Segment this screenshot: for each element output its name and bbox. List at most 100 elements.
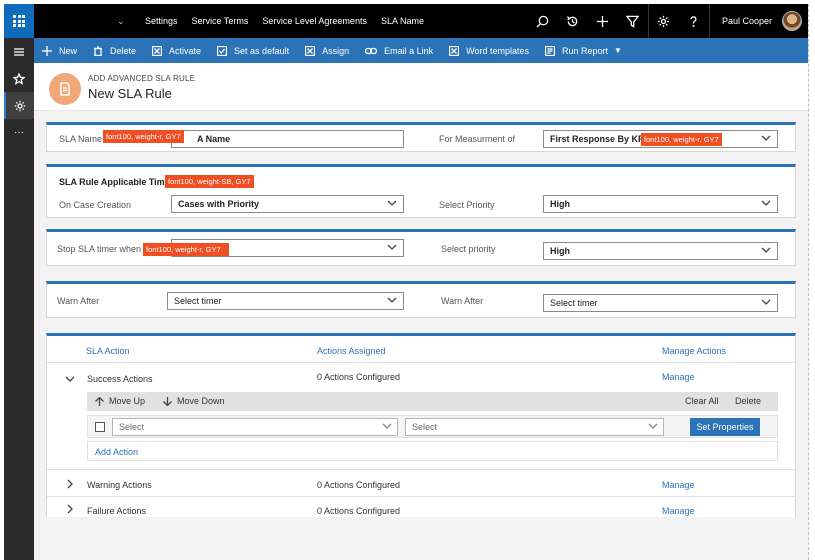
stop-priority-select[interactable]: High — [543, 242, 778, 260]
nav-sla[interactable]: Service Level Agreements — [262, 16, 367, 26]
form-content: SLA Name A Name font100, weight-r, GY7 F… — [46, 122, 796, 517]
arrow-up-icon — [95, 396, 104, 406]
filter-icon[interactable] — [618, 4, 648, 38]
action-target-select[interactable]: Select — [405, 418, 664, 436]
email-link-button[interactable]: Email a Link — [365, 46, 433, 56]
row-checkbox[interactable] — [95, 422, 105, 432]
chevron-down-icon — [387, 295, 397, 305]
on-case-creation-label: On Case Creation — [59, 200, 132, 210]
delete-action-button[interactable]: Delete — [735, 396, 761, 406]
chevron-down-icon — [648, 421, 658, 433]
chevron-down-icon — [761, 297, 771, 307]
case-criteria-select[interactable]: Cases with Priority — [171, 195, 404, 213]
spec-annotation: font100, weight-r, GY7 — [641, 133, 722, 146]
spec-annotation: font100, weight-r, GY7 — [103, 130, 184, 143]
stop-timer-label: Stop SLA timer when — [57, 244, 142, 254]
command-bar: New Delete Activate Set as default Assig… — [34, 38, 808, 63]
action-row-name: Warning Actions — [87, 480, 152, 490]
divider — [47, 362, 795, 363]
col-manage-actions[interactable]: Manage Actions — [662, 346, 726, 356]
move-up-button[interactable]: Move Up — [95, 396, 145, 406]
manage-link[interactable]: Manage — [662, 372, 695, 382]
chevron-down-icon — [387, 198, 397, 208]
run-report-button[interactable]: Run Report ▼ — [545, 45, 622, 56]
move-down-button[interactable]: Move Down — [163, 396, 225, 406]
assign-button[interactable]: Assign — [305, 45, 349, 56]
chevron-down-icon[interactable] — [65, 374, 75, 384]
search-icon[interactable] — [528, 4, 558, 38]
action-row-name: Failure Actions — [87, 506, 147, 516]
chevron-down-icon — [761, 133, 771, 143]
record-header: ADD ADVANCED SLA RULE New SLA Rule — [34, 63, 808, 111]
select-priority-label: Select Priority — [439, 200, 495, 210]
trash-icon — [94, 45, 103, 56]
delete-button[interactable]: Delete — [93, 46, 136, 56]
new-button[interactable]: New — [42, 45, 77, 56]
page-title: New SLA Rule — [88, 86, 172, 101]
arrow-down-icon — [163, 396, 172, 406]
avatar — [782, 11, 802, 31]
chevron-right-icon[interactable] — [65, 504, 75, 514]
manage-link[interactable]: Manage — [662, 480, 695, 490]
link-icon — [365, 47, 378, 54]
nav-settings[interactable]: Settings — [145, 16, 178, 26]
history-icon[interactable] — [558, 4, 588, 38]
applicable-time-section: SLA Rule Applicable Time font100, weight… — [46, 164, 796, 218]
sla-rule-entity-icon — [49, 73, 81, 105]
chevron-down-icon — [382, 421, 392, 433]
actions-toolbar: Move Up Move Down Clear All Delete — [87, 392, 778, 411]
activate-button[interactable]: Activate — [152, 45, 201, 56]
col-actions-assigned[interactable]: Actions Assigned — [317, 346, 386, 356]
chevron-right-icon[interactable] — [65, 479, 75, 489]
actions-configured: 0 Actions Configured — [317, 506, 401, 516]
top-nav: ⌄ Settings Service Terms Service Level A… — [4, 4, 808, 38]
word-templates-button[interactable]: Word templates — [449, 45, 529, 56]
warn-timer-select-2[interactable]: Select timer — [543, 294, 778, 312]
help-icon[interactable] — [679, 4, 709, 38]
add-action-link[interactable]: Add Action — [95, 447, 138, 457]
manage-link[interactable]: Manage — [662, 506, 695, 516]
actions-configured: 0 Actions Configured — [317, 480, 401, 490]
chevron-down-icon — [761, 198, 771, 208]
stop-timer-section: Stop SLA timer when font100, weight-r, G… — [46, 229, 796, 266]
set-properties-button[interactable]: Set Properties — [690, 418, 760, 436]
app-launcher-button[interactable] — [4, 4, 34, 38]
chevron-down-icon — [761, 245, 771, 255]
assign-icon — [305, 45, 316, 56]
set-default-icon — [217, 45, 228, 56]
sla-name-field[interactable]: A Name — [171, 130, 404, 148]
activate-icon — [152, 45, 163, 56]
more-icon[interactable]: ··· — [4, 119, 34, 146]
warn-timer-select[interactable]: Select timer — [167, 292, 404, 310]
settings-nav-icon[interactable] — [4, 92, 34, 119]
entity-type: ADD ADVANCED SLA RULE — [88, 74, 196, 83]
clear-all-button[interactable]: Clear All — [685, 396, 719, 406]
add-action-row: Add Action — [87, 441, 778, 461]
word-icon — [449, 45, 460, 56]
set-default-button[interactable]: Set as default — [217, 45, 289, 56]
sla-name-label: SLA Name — [59, 134, 103, 144]
action-row-name: Success Actions — [87, 374, 153, 384]
priority-select[interactable]: High — [543, 195, 778, 213]
nav-service-terms[interactable]: Service Terms — [192, 16, 249, 26]
report-icon — [545, 45, 555, 56]
nav-icon-group: Paul Cooper — [528, 4, 808, 38]
nav-sla-name[interactable]: SLA Name — [381, 16, 424, 26]
user-menu[interactable]: Paul Cooper — [710, 11, 808, 31]
frame-edge — [808, 4, 815, 560]
select-priority-label: Select priority — [441, 244, 496, 254]
action-type-select[interactable]: Select — [112, 418, 398, 436]
measurement-label: For Measurment of — [439, 134, 516, 144]
gear-icon[interactable] — [649, 4, 679, 38]
divider — [47, 496, 795, 497]
warn-after-section: Warn After Select timer Warn After Selec… — [46, 281, 796, 318]
sla-actions-section: SLA Action Actions Assigned Manage Actio… — [46, 333, 796, 517]
hamburger-menu-icon[interactable] — [4, 38, 34, 65]
chevron-down-icon — [387, 242, 397, 252]
sla-name-section: SLA Name A Name font100, weight-r, GY7 F… — [46, 122, 796, 152]
add-icon[interactable] — [588, 4, 618, 38]
user-name: Paul Cooper — [721, 16, 772, 26]
chevron-down-icon[interactable]: ⌄ — [117, 16, 131, 27]
col-sla-action[interactable]: SLA Action — [86, 346, 130, 356]
star-icon[interactable] — [4, 65, 34, 92]
